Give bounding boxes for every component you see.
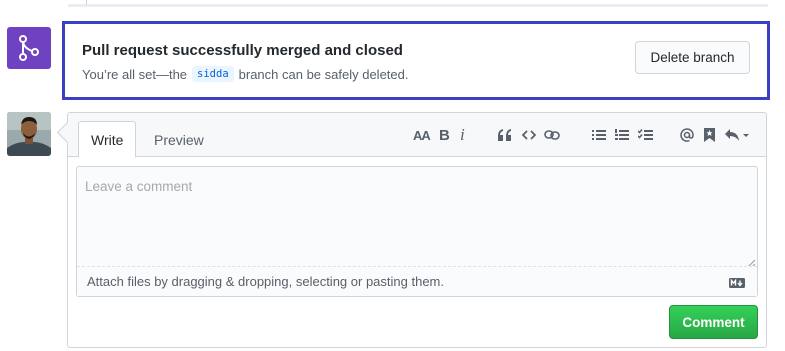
merge-status-title: Pull request successfully merged and clo… [82,42,403,59]
italic-icon[interactable]: i [460,125,465,144]
attach-files-text: Attach files by dragging & dropping, sel… [87,274,444,289]
bulleted-list-icon[interactable] [592,126,606,144]
merge-desc-suffix: branch can be safely deleted. [238,66,409,82]
merge-desc-prefix: You’re all set—the [82,66,188,82]
saved-reply-icon[interactable] [704,126,715,144]
bold-label: B [439,126,450,144]
reply-dropdown-icon[interactable] [724,126,750,144]
comment-submit-button[interactable]: Comment [669,305,758,339]
heading-label: AA [413,127,431,143]
task-list-icon[interactable] [638,126,653,144]
tab-write[interactable]: Write [78,121,137,158]
comment-form-header: Write Preview AA B i [68,113,766,158]
markdown-icon[interactable] [729,276,745,291]
merge-status-description: You’re all set—the sidda branch can be s… [82,66,408,82]
file-attach-bar[interactable]: Attach files by dragging & dropping, sel… [77,266,757,296]
merge-status-panel: Pull request successfully merged and clo… [62,21,770,100]
code-icon[interactable] [522,126,536,144]
comment-editor: Attach files by dragging & dropping, sel… [76,166,758,297]
heading-icon[interactable]: AA [413,126,431,144]
tab-preview[interactable]: Preview [142,121,216,158]
resize-handle-icon[interactable] [746,255,756,269]
link-icon[interactable] [544,126,560,144]
user-avatar[interactable] [7,112,51,156]
quote-icon[interactable] [498,126,512,144]
new-comment-form: Write Preview AA B i Leave a comment Att… [67,112,767,348]
comment-textarea[interactable] [77,167,757,266]
timeline-track [68,4,768,7]
mention-icon[interactable] [680,126,694,144]
timeline-tick [86,0,87,5]
git-merge-icon [7,27,51,69]
numbered-list-icon[interactable] [615,126,629,144]
delete-branch-button[interactable]: Delete branch [635,41,750,74]
branch-name: sidda [192,66,234,82]
italic-label: i [460,125,465,144]
bold-icon[interactable]: B [439,126,450,144]
